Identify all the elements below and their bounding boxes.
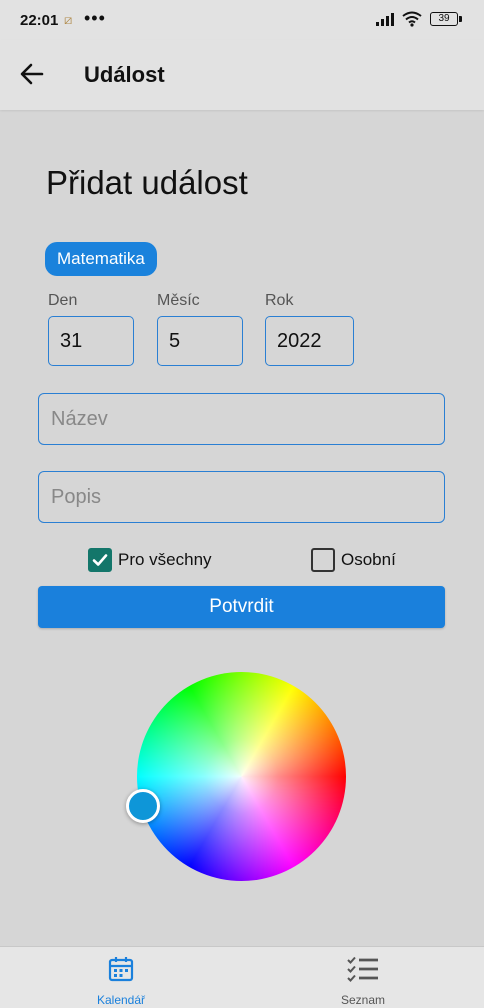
calendar-icon xyxy=(108,957,134,982)
month-label: Měsíc xyxy=(157,292,200,309)
checklist-icon xyxy=(347,956,378,982)
year-input[interactable]: 2022 xyxy=(265,316,354,366)
nav-item-list[interactable]: Seznam xyxy=(242,947,484,1008)
color-wheel-thumb[interactable] xyxy=(126,789,160,823)
month-input[interactable]: 5 xyxy=(157,316,243,366)
signal-icon xyxy=(376,12,394,26)
day-label: Den xyxy=(48,292,78,309)
color-wheel[interactable] xyxy=(137,672,346,881)
app-title: Událost xyxy=(84,62,165,87)
checkbox-everyone-label: Pro všechny xyxy=(118,550,212,569)
status-indicators: 39 xyxy=(376,11,462,27)
checkbox-personal-label: Osobní xyxy=(341,550,396,569)
subject-chip[interactable]: Matematika xyxy=(45,242,157,276)
status-time: 22:01 xyxy=(20,12,59,29)
wifi-icon xyxy=(402,11,422,27)
day-input[interactable]: 31 xyxy=(48,316,134,366)
status-bar: 22:01 ⧄ ••• 39 xyxy=(0,0,484,40)
nav-label-calendar: Kalendář xyxy=(96,993,146,1007)
more-notifications-icon: ••• xyxy=(84,8,106,28)
checkbox-unchecked-icon[interactable] xyxy=(311,548,335,572)
page-title: Přidat událost xyxy=(46,164,248,201)
arrow-left-icon[interactable] xyxy=(18,60,46,88)
battery-icon: 39 xyxy=(430,12,462,26)
nav-item-calendar[interactable]: Kalendář xyxy=(0,947,242,1008)
checkbox-everyone[interactable]: Pro všechny xyxy=(88,548,212,572)
checkbox-personal[interactable]: Osobní xyxy=(311,548,396,572)
notification-icon: ⧄ xyxy=(64,12,73,27)
confirm-button[interactable]: Potvrdit xyxy=(38,586,445,628)
checkbox-checked-icon[interactable] xyxy=(88,548,112,572)
nav-label-list: Seznam xyxy=(340,993,386,1007)
year-label: Rok xyxy=(265,292,294,309)
app-bar: Událost xyxy=(0,40,484,110)
name-input[interactable]: Název xyxy=(38,393,445,445)
bottom-navigation: Kalendář Seznam xyxy=(0,946,484,1008)
description-input[interactable]: Popis xyxy=(38,471,445,523)
